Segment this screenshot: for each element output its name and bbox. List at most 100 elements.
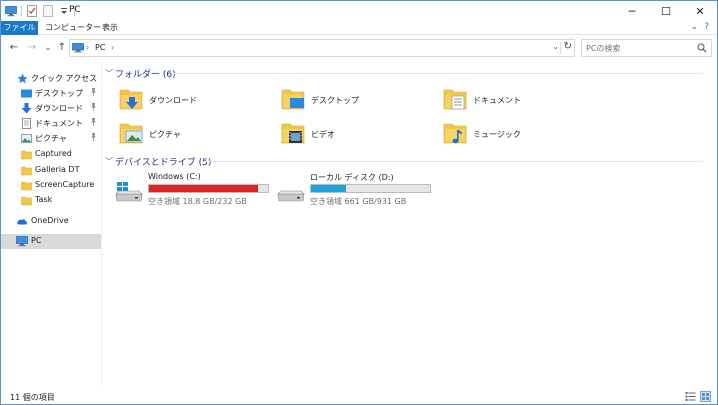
- item-count: 11 個の項目: [10, 393, 55, 402]
- group-divider: [205, 161, 703, 162]
- group-header-folders[interactable]: ﹀ フォルダー (6): [105, 66, 705, 80]
- sidebar-item-label: Task: [35, 195, 53, 204]
- folder-tile-documents[interactable]: ドキュメント: [431, 85, 581, 117]
- details-view-icon[interactable]: [685, 391, 696, 402]
- group-title: デバイスとドライブ (5): [115, 157, 212, 168]
- properties-icon[interactable]: [26, 5, 38, 17]
- drive-tile-c[interactable]: Windows (C:) 空き領域 18.8 GB/232 GB: [105, 172, 269, 208]
- forward-button[interactable]: →: [26, 41, 38, 55]
- pc-icon: [72, 43, 84, 56]
- sidebar-item-pc[interactable]: PC: [1, 234, 101, 249]
- drive-free-space: 空き領域 661 GB/931 GB: [310, 197, 407, 206]
- desktop-icon: [21, 88, 32, 99]
- sidebar-item-label: デスクトップ: [35, 89, 83, 98]
- sidebar-item-label: Captured: [35, 149, 72, 158]
- view-buttons: [685, 391, 711, 402]
- sidebar-item-captured[interactable]: Captured: [1, 147, 101, 162]
- window-controls: ─ ☐ ✕: [615, 1, 717, 21]
- sidebar-item-desktop[interactable]: デスクトップ: [1, 86, 101, 101]
- drive-name: Windows (C:): [148, 172, 201, 181]
- sidebar-item-label: ダウンロード: [35, 104, 83, 113]
- pictures-icon: [21, 133, 32, 144]
- hard-drive-icon: [277, 182, 305, 204]
- address-dropdown-icon[interactable]: ⌄: [552, 42, 559, 51]
- star-icon: [17, 73, 28, 84]
- folder-label: ドキュメント: [473, 96, 521, 105]
- drive-name: ローカル ディスク (D:): [310, 173, 394, 182]
- sidebar-item-pictures[interactable]: ピクチャ: [1, 131, 101, 146]
- breadcrumb-separator[interactable]: ›: [111, 43, 114, 52]
- collapse-chevron-icon[interactable]: ﹀: [105, 156, 115, 167]
- breadcrumb-pc[interactable]: PC: [95, 43, 105, 52]
- sidebar-item-documents[interactable]: ドキュメント: [1, 116, 101, 131]
- drive-tile-d[interactable]: ローカル ディスク (D:) 空き領域 661 GB/931 GB: [267, 172, 431, 208]
- title-bar: PC ─ ☐ ✕: [1, 1, 717, 21]
- sidebar-item-label: OneDrive: [31, 216, 69, 225]
- folder-tile-desktop[interactable]: デスクトップ: [269, 85, 419, 117]
- pc-icon: [16, 236, 28, 247]
- drive-free-space: 空き領域 18.8 GB/232 GB: [148, 197, 247, 206]
- recent-locations-button[interactable]: ⌄: [42, 41, 54, 55]
- breadcrumb-separator[interactable]: ›: [86, 43, 89, 52]
- search-icon[interactable]: [697, 43, 707, 56]
- pictures-folder-icon: [119, 121, 143, 145]
- download-icon: [21, 103, 32, 114]
- folder-label: ビデオ: [311, 130, 335, 139]
- refresh-button[interactable]: ↻: [564, 41, 572, 52]
- folder-label: ダウンロード: [149, 96, 197, 105]
- pin-icon[interactable]: [90, 133, 97, 143]
- new-folder-icon[interactable]: [42, 5, 54, 17]
- folder-icon: [21, 165, 32, 176]
- search-input[interactable]: [586, 42, 694, 54]
- sidebar-item-downloads[interactable]: ダウンロード: [1, 101, 101, 116]
- videos-folder-icon: [281, 121, 305, 145]
- music-folder-icon: [443, 121, 467, 145]
- cloud-icon: [16, 216, 27, 227]
- folder-icon: [21, 180, 32, 191]
- close-button[interactable]: ✕: [683, 1, 717, 21]
- folder-tile-videos[interactable]: ビデオ: [269, 119, 419, 151]
- pin-icon[interactable]: [90, 118, 97, 128]
- sidebar-item-quick-access[interactable]: クイック アクセス: [1, 71, 101, 86]
- documents-folder-icon: [443, 87, 467, 111]
- sidebar-item-screencapture[interactable]: ScreenCapture: [1, 178, 101, 193]
- tab-file[interactable]: ファイル: [1, 21, 38, 35]
- back-button[interactable]: ←: [8, 41, 20, 55]
- expand-ribbon-icon[interactable]: ⌄: [691, 22, 699, 32]
- folder-label: デスクトップ: [311, 96, 359, 105]
- pc-icon[interactable]: [5, 5, 17, 17]
- desktop-folder-icon: [281, 87, 305, 111]
- folder-label: ピクチャ: [149, 130, 181, 139]
- group-header-devices[interactable]: ﹀ デバイスとドライブ (5): [105, 154, 705, 168]
- folder-tile-music[interactable]: ミュージック: [431, 119, 581, 151]
- downloads-folder-icon: [119, 87, 143, 111]
- help-icon[interactable]: ?: [704, 22, 709, 32]
- address-bar[interactable]: › PC › ⌄ ↻: [69, 39, 575, 57]
- quick-access-toolbar: [5, 4, 75, 18]
- large-icons-view-icon[interactable]: [700, 391, 711, 402]
- tab-view[interactable]: 表示: [95, 21, 125, 35]
- folder-icon: [21, 195, 32, 206]
- search-box[interactable]: [581, 39, 712, 57]
- folder-tile-downloads[interactable]: ダウンロード: [107, 85, 257, 117]
- sidebar-item-onedrive[interactable]: OneDrive: [1, 214, 101, 229]
- drive-usage-bar: [310, 184, 431, 193]
- pin-icon[interactable]: [90, 88, 97, 98]
- content-pane: ﹀ フォルダー (6) ダウンロード デスクトップ ドキュメント ピクチャ ビデ…: [105, 61, 715, 386]
- maximize-button[interactable]: ☐: [649, 1, 683, 21]
- pin-icon[interactable]: [90, 103, 97, 113]
- folder-label: ミュージック: [473, 130, 521, 139]
- folder-tile-pictures[interactable]: ピクチャ: [107, 119, 257, 151]
- sidebar-item-label: クイック アクセス: [31, 74, 98, 83]
- up-button[interactable]: ↑: [56, 41, 68, 55]
- sidebar-item-galleria-dt[interactable]: Galleria DT: [1, 163, 101, 178]
- sidebar-item-label: ピクチャ: [35, 134, 67, 143]
- collapse-chevron-icon[interactable]: ﹀: [105, 68, 115, 79]
- address-divider: [560, 42, 561, 54]
- sidebar-item-task[interactable]: Task: [1, 193, 101, 208]
- sidebar-item-label: PC: [31, 236, 42, 245]
- ribbon-tabs: ファイル コンピューター 表示 ⌄ ?: [1, 21, 717, 35]
- minimize-button[interactable]: ─: [615, 1, 649, 21]
- address-row: ← → ⌄ ↑ › PC › ⌄ ↻: [1, 37, 717, 59]
- group-divider: [173, 73, 703, 74]
